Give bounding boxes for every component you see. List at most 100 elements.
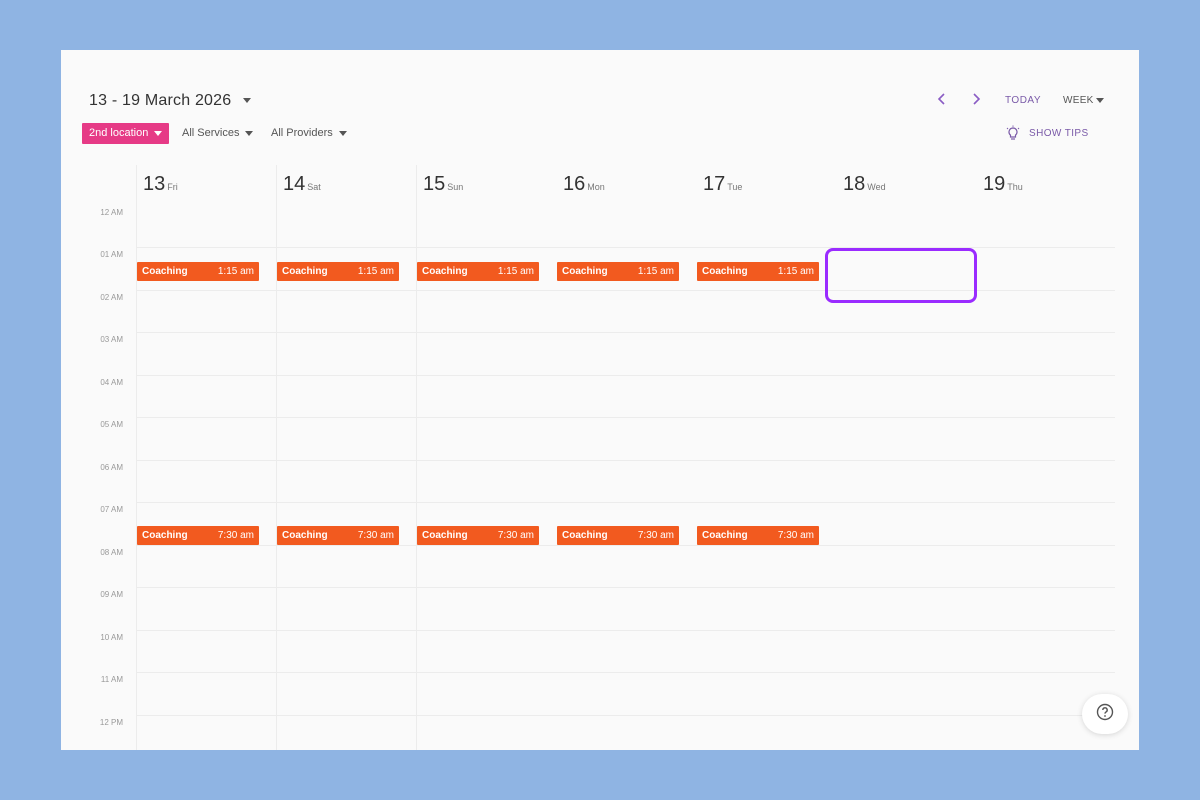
toolbar: 13 - 19 March 2026 2nd location All Serv…: [61, 50, 1139, 165]
services-filter[interactable]: All Services: [182, 127, 254, 139]
caret-down-icon: [338, 130, 347, 136]
view-label: WEEK: [1063, 95, 1094, 106]
hour-line: [136, 375, 1115, 376]
calendar-app: 13 - 19 March 2026 2nd location All Serv…: [61, 50, 1139, 750]
event-title: Coaching: [142, 266, 188, 277]
hour-line: [136, 332, 1115, 333]
show-tips-label: SHOW TIPS: [1029, 128, 1089, 139]
hour-label: 06 AM: [100, 463, 123, 472]
day-number: 18: [843, 173, 866, 195]
day-number: 15: [423, 173, 446, 195]
event-title: Coaching: [702, 530, 748, 541]
hour-line: [136, 502, 1115, 503]
hour-label: 12 AM: [100, 208, 123, 217]
day-number: 13: [143, 173, 166, 195]
day-number: 19: [983, 173, 1006, 195]
date-range-title[interactable]: 13 - 19 March 2026: [89, 92, 231, 110]
providers-filter[interactable]: All Providers: [271, 127, 347, 139]
day-number: 14: [283, 173, 306, 195]
event-time: 1:15 am: [217, 266, 254, 277]
hour-line: [136, 672, 1115, 673]
event-title: Coaching: [422, 530, 468, 541]
column-divider: [416, 165, 417, 750]
hour-line: [136, 417, 1115, 418]
day-name: Sun: [447, 182, 464, 192]
chevron-left-icon[interactable]: [937, 92, 947, 111]
day-header[interactable]: 13 Fri: [143, 173, 178, 196]
event-title: Coaching: [562, 530, 608, 541]
day-number: 17: [703, 173, 726, 195]
hour-label: 03 AM: [100, 335, 123, 344]
hour-line: [136, 460, 1115, 461]
location-label: 2nd location: [89, 127, 149, 139]
event-time: 1:15 am: [637, 266, 674, 277]
day-name: Fri: [167, 182, 178, 192]
event-block[interactable]: Coaching 1:15 am: [137, 262, 259, 281]
caret-down-icon: [154, 130, 163, 136]
hour-label: 09 AM: [100, 590, 123, 599]
hour-label: 02 AM: [100, 293, 123, 302]
hour-line: [136, 545, 1115, 546]
column-divider: [136, 165, 137, 750]
day-header[interactable]: 15 Sun: [423, 173, 463, 196]
event-title: Coaching: [562, 266, 608, 277]
day-header[interactable]: 14 Sat: [283, 173, 321, 196]
day-header[interactable]: 19 Thu: [983, 173, 1023, 196]
hour-label: 08 AM: [100, 548, 123, 557]
event-block[interactable]: Coaching 1:15 am: [697, 262, 819, 281]
event-title: Coaching: [422, 266, 468, 277]
show-tips-button[interactable]: SHOW TIPS: [1006, 125, 1089, 140]
hour-line: [136, 630, 1115, 631]
day-header[interactable]: 16 Mon: [563, 173, 605, 196]
day-number: 16: [563, 173, 586, 195]
event-block[interactable]: Coaching 7:30 am: [697, 526, 819, 545]
event-time: 7:30 am: [637, 530, 674, 541]
event-block[interactable]: Coaching 7:30 am: [137, 526, 259, 545]
hour-line: [136, 715, 1115, 716]
selected-slot-highlight[interactable]: [825, 248, 977, 303]
location-filter-button[interactable]: 2nd location: [82, 123, 170, 144]
today-button[interactable]: TODAY: [1005, 95, 1041, 106]
event-block[interactable]: Coaching 7:30 am: [557, 526, 679, 545]
event-block[interactable]: Coaching 7:30 am: [277, 526, 399, 545]
hour-label: 01 AM: [100, 250, 123, 259]
event-title: Coaching: [702, 266, 748, 277]
caret-down-icon: [1095, 97, 1104, 103]
event-time: 1:15 am: [497, 266, 534, 277]
day-name: Wed: [867, 182, 886, 192]
event-time: 7:30 am: [357, 530, 394, 541]
event-block[interactable]: Coaching 1:15 am: [277, 262, 399, 281]
event-block[interactable]: Coaching 7:30 am: [417, 526, 539, 545]
view-selector[interactable]: WEEK: [1063, 95, 1104, 106]
event-title: Coaching: [282, 530, 328, 541]
hour-label: 10 AM: [100, 633, 123, 642]
help-button[interactable]: [1082, 694, 1128, 734]
question-circle-icon: [1096, 703, 1114, 726]
event-block[interactable]: Coaching 1:15 am: [557, 262, 679, 281]
event-title: Coaching: [282, 266, 328, 277]
event-title: Coaching: [142, 530, 188, 541]
providers-label: All Providers: [271, 127, 333, 139]
date-range-caret-icon[interactable]: [243, 98, 251, 103]
hour-label: 11 AM: [100, 675, 123, 684]
day-name: Tue: [727, 182, 743, 192]
hour-label: 12 PM: [99, 718, 123, 727]
day-header[interactable]: 18 Wed: [843, 173, 886, 196]
hour-label: 07 AM: [100, 505, 123, 514]
hour-label: 04 AM: [100, 378, 123, 387]
event-time: 1:15 am: [777, 266, 814, 277]
event-time: 1:15 am: [357, 266, 394, 277]
caret-down-icon: [245, 130, 254, 136]
day-name: Sat: [307, 182, 321, 192]
services-label: All Services: [182, 127, 240, 139]
chevron-right-icon[interactable]: [971, 92, 981, 111]
event-block[interactable]: Coaching 1:15 am: [417, 262, 539, 281]
day-header[interactable]: 17 Tue: [703, 173, 742, 196]
hour-label: 05 AM: [100, 420, 123, 429]
hour-line: [136, 587, 1115, 588]
day-name: Mon: [587, 182, 605, 192]
event-time: 7:30 am: [777, 530, 814, 541]
week-grid: 13 Fri 14 Sat 15 Sun 16 Mon 17 Tue 18 Wed 19 Th…: [61, 165, 1139, 750]
lightbulb-icon: [1005, 125, 1021, 141]
event-time: 7:30 am: [497, 530, 534, 541]
